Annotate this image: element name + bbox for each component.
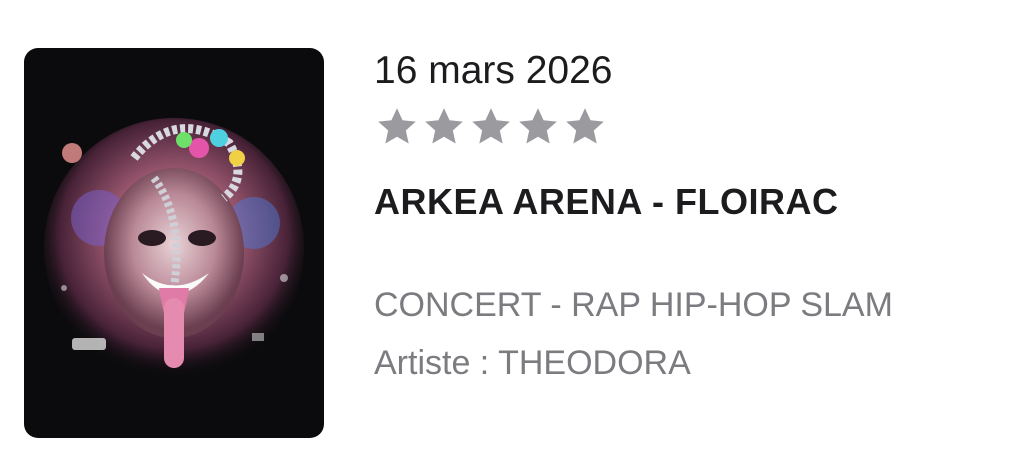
- star-rating[interactable]: [374, 104, 608, 152]
- event-venue: ARKEA ARENA - FLOIRAC: [374, 181, 839, 222]
- star-icon[interactable]: [562, 104, 608, 150]
- event-artwork-image[interactable]: [24, 48, 324, 438]
- event-artist: Artiste : THEODORA: [374, 344, 691, 382]
- star-icon[interactable]: [515, 104, 561, 150]
- artwork-illustration: [44, 118, 304, 378]
- star-icon[interactable]: [374, 104, 420, 150]
- star-icon[interactable]: [421, 104, 467, 150]
- event-card[interactable]: 16 mars 2026 ARKEA ARENA - FLOIRAC CONCE…: [0, 0, 1032, 453]
- star-icon[interactable]: [468, 104, 514, 150]
- event-category: CONCERT - RAP HIP-HOP SLAM: [374, 286, 893, 324]
- event-date: 16 mars 2026: [374, 49, 613, 92]
